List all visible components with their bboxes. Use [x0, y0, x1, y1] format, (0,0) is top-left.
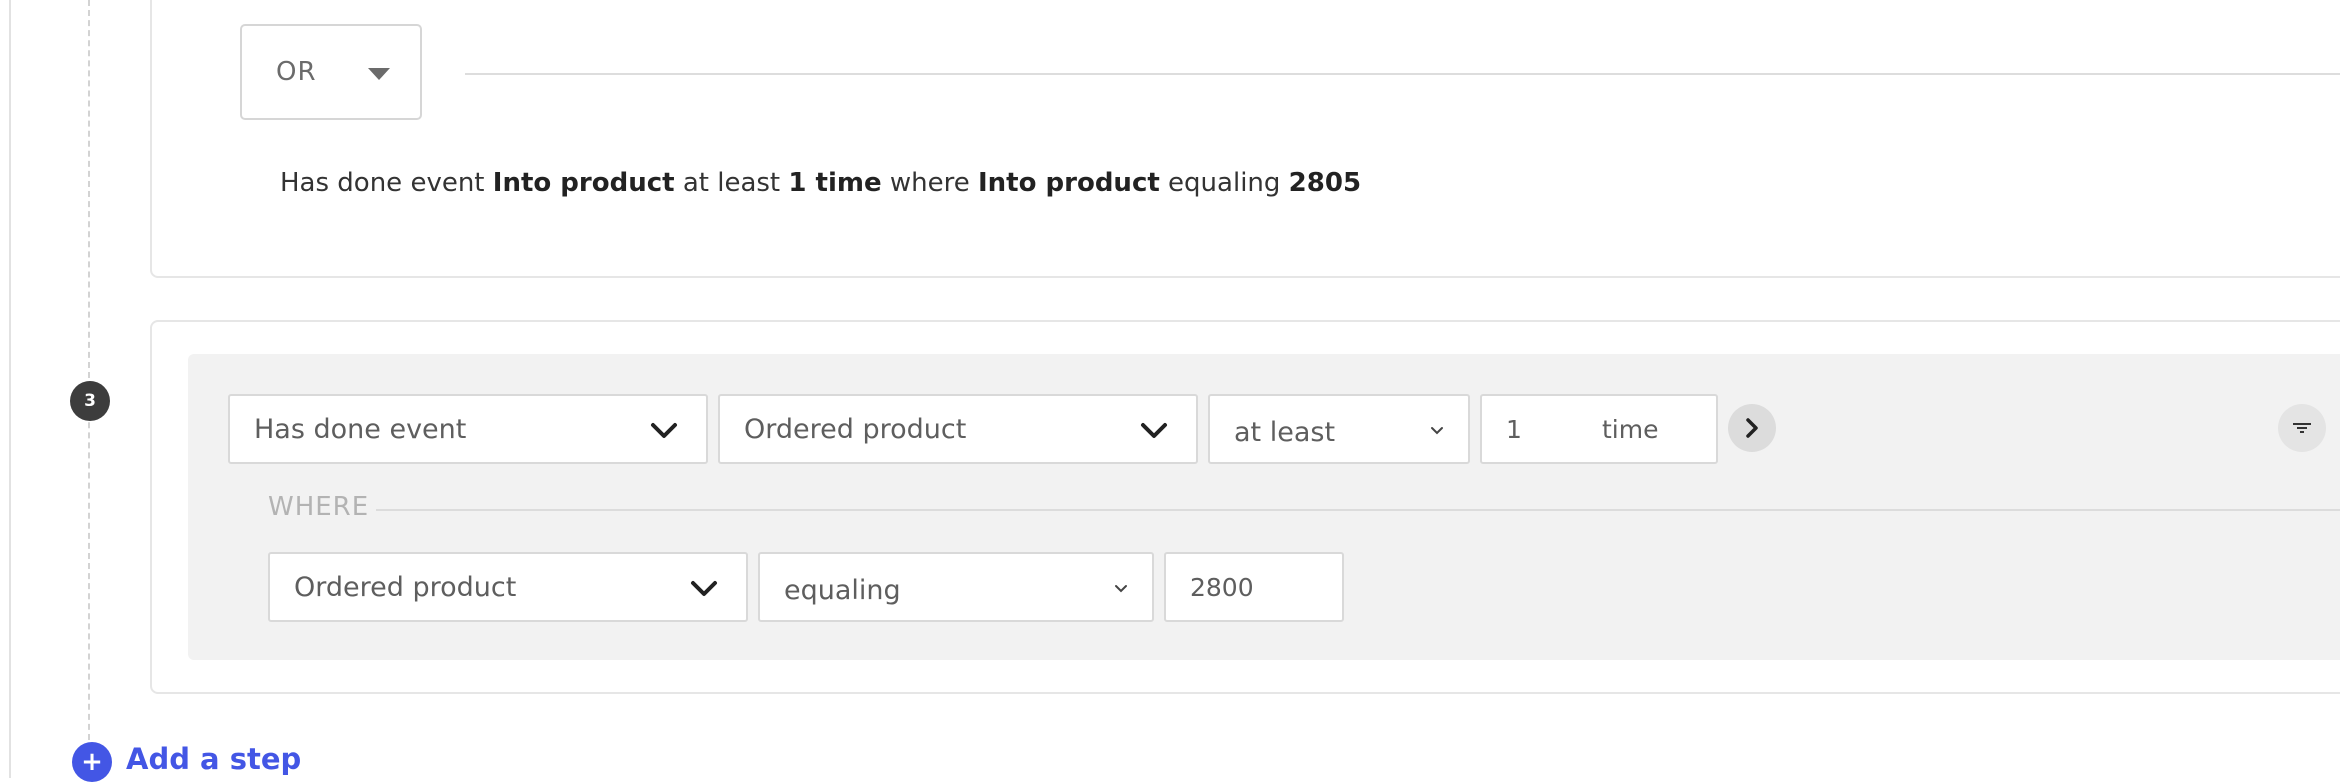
step-timeline [88, 0, 90, 750]
add-step-button[interactable]: Add a step [126, 742, 301, 776]
summary-event: Into product [492, 168, 675, 198]
plus-icon[interactable]: + [72, 742, 112, 782]
summary-prefix: Has done event [280, 168, 493, 198]
condition-summary: Has done event Into product at least 1 t… [280, 168, 1361, 198]
left-border [9, 0, 11, 778]
combinator-divider [465, 73, 2340, 75]
condition-type-select[interactable]: Has done event [228, 394, 708, 464]
chevron-down-icon [1431, 427, 1443, 435]
summary-mid1: at least [674, 168, 789, 198]
where-operator-label: equaling [784, 574, 901, 606]
sort-icon [2293, 423, 2311, 433]
count-value: 1 [1506, 414, 1522, 444]
frequency-select[interactable]: at least [1208, 394, 1470, 464]
where-value: 2800 [1190, 572, 1254, 602]
sort-button[interactable] [2278, 404, 2326, 452]
frequency-label: at least [1234, 416, 1336, 448]
previous-step-card [150, 0, 2340, 278]
combinator-label: OR [276, 57, 317, 87]
chevron-down-icon [1141, 423, 1167, 438]
expand-button[interactable] [1728, 404, 1776, 452]
caret-down-icon [368, 68, 390, 80]
chevron-down-icon [691, 581, 717, 596]
summary-mid3: equaling [1159, 168, 1289, 198]
event-label: Ordered product [744, 413, 967, 445]
combinator-select[interactable]: OR [240, 24, 422, 120]
where-label: WHERE [268, 492, 370, 522]
count-unit: time [1602, 414, 1659, 444]
step-number-badge: 3 [70, 381, 110, 421]
where-divider [376, 509, 2340, 511]
count-input[interactable]: 1 time [1480, 394, 1718, 464]
summary-value: 2805 [1288, 168, 1362, 198]
chevron-down-icon [651, 423, 677, 438]
summary-mid2: where [881, 168, 978, 198]
chevron-right-icon [1746, 418, 1758, 438]
summary-property: Into product [978, 168, 1160, 198]
where-operator-select[interactable]: equaling [758, 552, 1154, 622]
where-property-select[interactable]: Ordered product [268, 552, 748, 622]
chevron-down-icon [1115, 585, 1127, 593]
where-property-label: Ordered product [294, 571, 517, 603]
condition-type-label: Has done event [254, 413, 467, 445]
summary-count: 1 time [788, 168, 882, 198]
where-value-input[interactable]: 2800 [1164, 552, 1344, 622]
event-select[interactable]: Ordered product [718, 394, 1198, 464]
